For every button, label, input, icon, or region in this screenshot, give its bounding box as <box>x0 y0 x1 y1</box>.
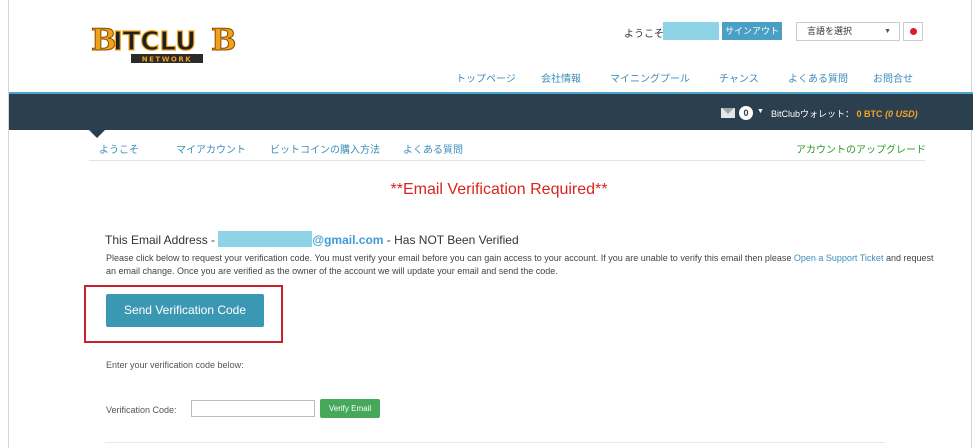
verify-email-button[interactable]: Verify Email <box>320 399 380 418</box>
verification-code-input[interactable] <box>191 400 315 417</box>
account-bar: 0 ▼ BitClubウォレット： 0 BTC (0 USD) <box>9 92 973 138</box>
message-count-badge[interactable]: 0 <box>739 106 753 120</box>
subnav-how-to-buy[interactable]: ビットコインの購入方法 <box>270 141 380 156</box>
signout-button[interactable]: サインアウト <box>722 22 782 40</box>
wallet-balance[interactable]: BitClubウォレット： 0 BTC (0 USD) <box>771 107 918 120</box>
subnav-welcome[interactable]: ようこそ <box>99 141 139 156</box>
upgrade-account-link[interactable]: アカウントのアップグレード <box>796 141 926 156</box>
language-select-label: 言語を選択 <box>807 26 853 36</box>
svg-text:NETWORK: NETWORK <box>142 56 192 64</box>
nav-opportunity[interactable]: チャンス <box>719 70 759 85</box>
email-domain: @gmail.com <box>312 233 384 247</box>
page-frame: B ITCLU B NETWORK ようこそ: サインアウト 言語を選択 ▼ ト… <box>8 0 973 448</box>
wallet-usd: (0 USD) <box>885 109 918 119</box>
welcome-label: ようこそ: <box>624 29 667 40</box>
verification-code-label: Verification Code: <box>106 405 177 415</box>
nav-faq[interactable]: よくある質問 <box>788 70 848 85</box>
masked-username <box>663 22 719 40</box>
masked-email <box>218 231 313 247</box>
svg-text:ITCLU: ITCLU <box>113 27 196 57</box>
envelope-icon[interactable] <box>721 108 735 118</box>
japan-flag-icon[interactable] <box>903 22 923 41</box>
instructions-part-1: Please click below to request your verif… <box>106 253 792 263</box>
nav-company-info[interactable]: 会社情報 <box>541 70 581 85</box>
nav-contact[interactable]: お問合せ <box>873 70 913 85</box>
page-title: **Email Verification Required** <box>390 181 608 198</box>
wallet-label: BitClubウォレット： <box>771 109 855 119</box>
top-nav: トップページ 会社情報 マイニングプール チャンス よくある質問 お問合せ <box>9 70 973 85</box>
send-verification-code-button[interactable]: Send Verification Code <box>106 294 264 327</box>
email-status-line: This Email Address - @gmail.com - Has NO… <box>105 231 519 247</box>
support-ticket-link[interactable]: Open a Support Ticket <box>794 253 884 263</box>
divider <box>105 442 885 443</box>
subnav-faq[interactable]: よくある質問 <box>403 141 463 156</box>
email-status: - Has NOT Been Verified <box>386 233 519 247</box>
bitclub-logo[interactable]: B ITCLU B NETWORK <box>87 14 247 70</box>
svg-text:B: B <box>211 23 236 58</box>
subnav-my-account[interactable]: マイアカウント <box>176 141 246 156</box>
email-prefix: This Email Address - <box>105 233 216 247</box>
nav-top-page[interactable]: トップページ <box>456 70 516 85</box>
chevron-down-icon[interactable]: ▼ <box>757 108 764 115</box>
enter-code-label: Enter your verification code below: <box>106 360 244 370</box>
active-indicator <box>89 130 105 138</box>
language-select[interactable]: 言語を選択 ▼ <box>796 22 900 41</box>
instructions-text: Please click below to request your verif… <box>106 252 936 278</box>
sub-nav: ようこそ マイアカウント ビットコインの購入方法 よくある質問 アカウントのアッ… <box>89 139 926 161</box>
chevron-down-icon: ▼ <box>884 28 891 35</box>
nav-mining-pool[interactable]: マイニングプール <box>610 70 690 85</box>
wallet-btc: 0 BTC <box>856 109 883 119</box>
